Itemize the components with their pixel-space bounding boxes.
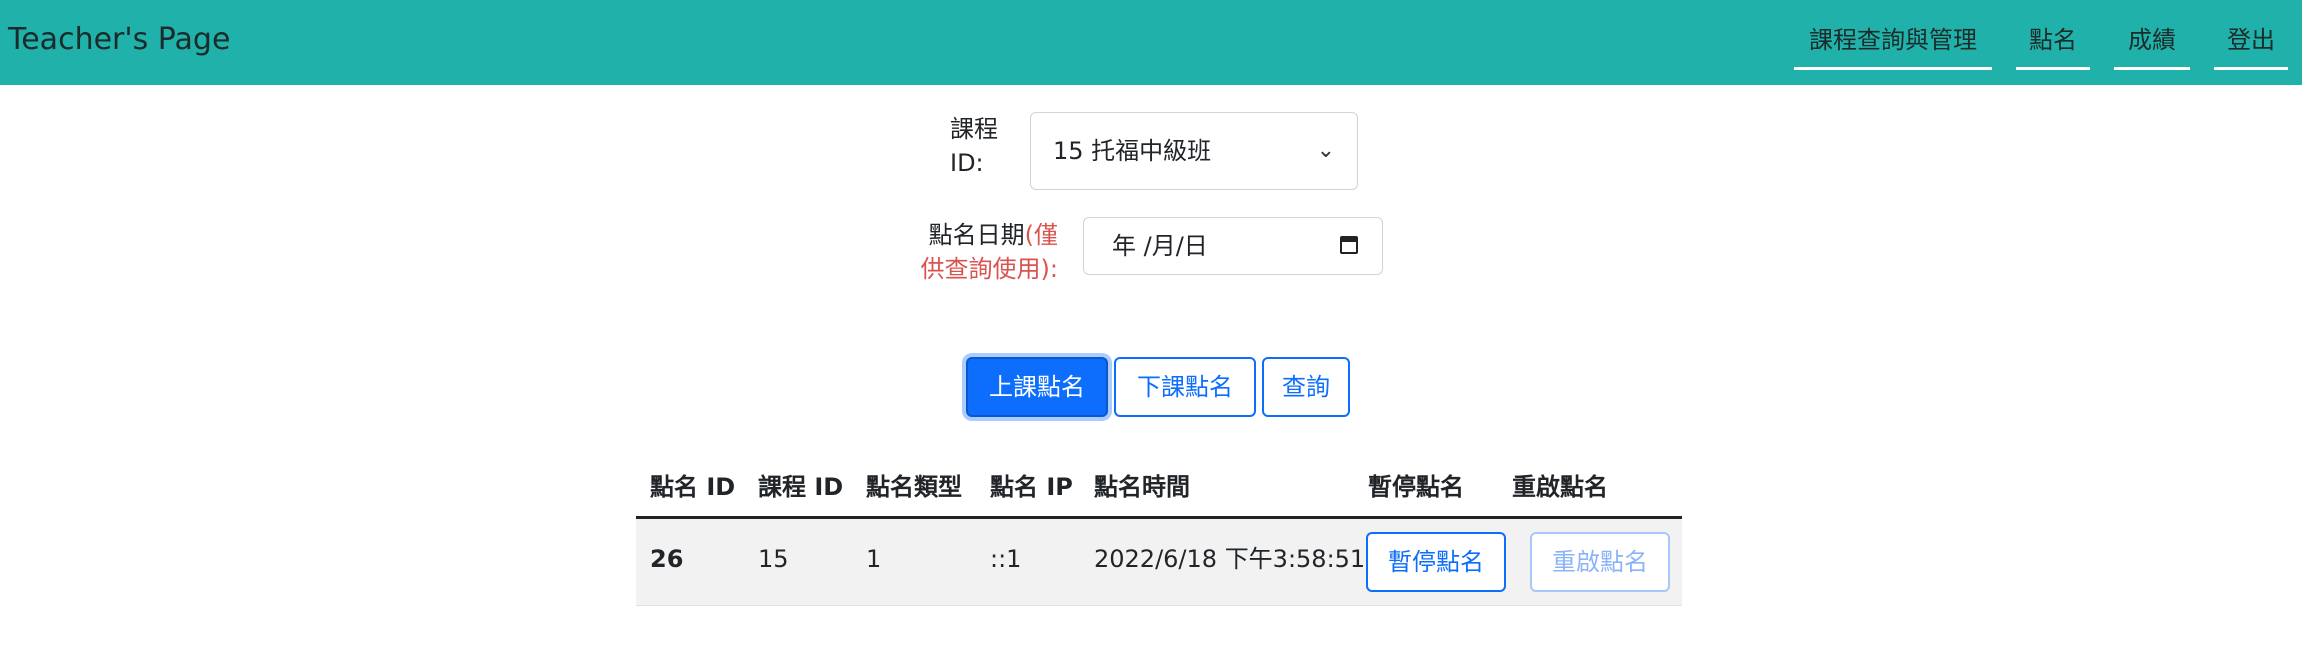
restart-attendance-button: 重啟點名 bbox=[1530, 532, 1670, 592]
nav-grades[interactable]: 成績 bbox=[2114, 22, 2190, 70]
col-header-restart: 重啟點名 bbox=[1512, 473, 1608, 501]
attendance-date-placeholder: 年 /月/日 bbox=[1112, 232, 1208, 260]
col-header-ip: 點名 IP bbox=[990, 473, 1073, 501]
nav-attendance[interactable]: 點名 bbox=[2016, 22, 2090, 70]
col-header-pause: 暫停點名 bbox=[1368, 473, 1464, 501]
course-id-select-value: 15 托福中級班 bbox=[1053, 137, 1212, 165]
pause-attendance-button[interactable]: 暫停點名 bbox=[1366, 532, 1506, 592]
calendar-icon[interactable] bbox=[1340, 236, 1358, 254]
cell-time: 2022/6/18 下午3:58:51 bbox=[1094, 545, 1366, 573]
nav-course-management[interactable]: 課程查詢與管理 bbox=[1794, 22, 1992, 70]
attendance-date-label-text: 點名日期 bbox=[928, 221, 1025, 249]
top-navbar: Teacher's Page 課程查詢與管理 點名 成績 登出 bbox=[0, 0, 2302, 85]
checkin-button[interactable]: 上課點名 bbox=[966, 357, 1108, 417]
attendance-date-note-end: 供查詢使用): bbox=[920, 255, 1058, 283]
attendance-date-input[interactable]: 年 /月/日 bbox=[1083, 217, 1383, 275]
col-header-course-id: 課程 ID bbox=[758, 473, 844, 501]
col-header-time: 點名時間 bbox=[1094, 473, 1190, 501]
course-id-select[interactable]: 15 托福中級班 ⌄ bbox=[1030, 112, 1358, 190]
course-id-label-line2: ID: bbox=[950, 149, 984, 177]
course-id-label: 課程 ID: bbox=[950, 112, 1010, 180]
cell-course-id: 15 bbox=[758, 545, 789, 573]
attendance-date-label: 點名日期(僅 供查詢使用): bbox=[880, 218, 1058, 286]
col-header-attendance-id: 點名 ID bbox=[650, 473, 736, 501]
course-id-label-line1: 課程 bbox=[950, 115, 998, 143]
cell-type: 1 bbox=[866, 545, 882, 573]
cell-attendance-id: 26 bbox=[650, 545, 684, 573]
query-button[interactable]: 查詢 bbox=[1262, 357, 1350, 417]
brand-title[interactable]: Teacher's Page bbox=[8, 22, 230, 58]
chevron-down-icon: ⌄ bbox=[1316, 138, 1335, 163]
checkout-button[interactable]: 下課點名 bbox=[1114, 357, 1256, 417]
cell-ip: ::1 bbox=[990, 545, 1022, 573]
col-header-type: 點名類型 bbox=[866, 473, 962, 501]
nav-logout[interactable]: 登出 bbox=[2214, 22, 2288, 70]
attendance-date-note-start: (僅 bbox=[1024, 221, 1058, 249]
